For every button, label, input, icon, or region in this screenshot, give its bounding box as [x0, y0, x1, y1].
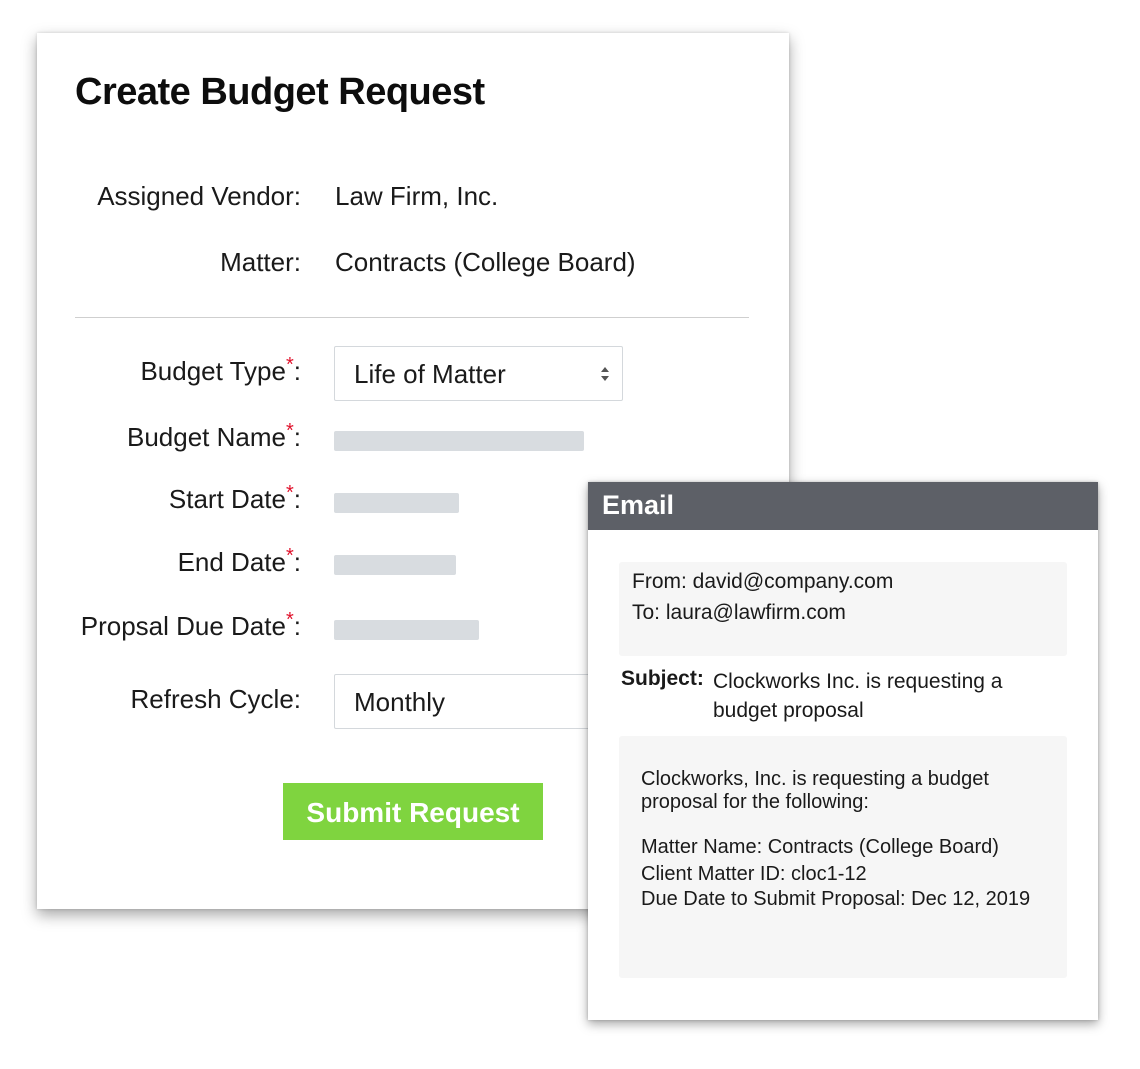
- proposal-due-date-label: Propsal Due Date*:: [80, 609, 301, 642]
- proposal-due-date-input[interactable]: [334, 620, 479, 640]
- email-body-line: Client Matter ID: cloc1-12: [641, 863, 867, 885]
- refresh-cycle-label: Refresh Cycle:: [130, 684, 302, 714]
- end-date-label: End Date*:: [177, 545, 301, 578]
- required-asterisk: *: [285, 545, 294, 567]
- budget-type-label: Budget Type*:: [140, 354, 301, 387]
- refresh-cycle-value: Monthly: [354, 687, 446, 717]
- required-asterisk: *: [285, 609, 294, 631]
- budget-type-value: Life of Matter: [354, 359, 506, 389]
- matter-label: Matter:: [220, 247, 301, 277]
- assigned-vendor-label: Assigned Vendor:: [97, 181, 301, 211]
- email-body: Clockworks, Inc. is requesting a budget …: [619, 736, 1067, 978]
- budget-name-label-text: Budget Name: [126, 422, 286, 452]
- email-header: Email: [588, 482, 1098, 530]
- subject-label: Subject:: [621, 667, 704, 690]
- label-colon: :: [293, 484, 301, 514]
- start-date-input[interactable]: [334, 493, 459, 513]
- page-title: Create Budget Request: [75, 71, 485, 113]
- refresh-cycle-select[interactable]: Monthly: [334, 674, 623, 729]
- budget-type-select[interactable]: Life of Matter: [334, 346, 623, 401]
- budget-name-input[interactable]: [334, 431, 584, 451]
- email-body-line: Due Date to Submit Proposal: Dec 12, 201…: [641, 888, 1031, 910]
- label-colon: :: [293, 422, 301, 452]
- end-date-label-text: End Date: [177, 547, 286, 577]
- budget-name-label: Budget Name*:: [126, 420, 301, 453]
- proposal-due-date-label-text: Propsal Due Date: [80, 611, 286, 641]
- email-preview-panel: Email From: david@company.com To: laura@…: [588, 482, 1098, 1020]
- required-asterisk: *: [285, 482, 294, 504]
- email-from: From: david@company.com: [632, 570, 894, 593]
- end-date-input[interactable]: [334, 555, 456, 575]
- start-date-label: Start Date*:: [168, 482, 301, 515]
- assigned-vendor-value: Law Firm, Inc.: [335, 181, 499, 211]
- submit-request-button[interactable]: Submit Request: [283, 783, 543, 840]
- budget-type-label-text: Budget Type: [140, 356, 286, 386]
- matter-value: Contracts (College Board): [335, 247, 636, 277]
- required-asterisk: *: [285, 420, 294, 442]
- select-updown-icon: [601, 367, 609, 381]
- email-to: To: laura@lawfirm.com: [632, 601, 846, 624]
- subject-text: Clockworks Inc. is requesting a budget p…: [713, 670, 1003, 722]
- email-body-intro: Clockworks, Inc. is requesting a budget …: [641, 768, 989, 813]
- email-address-box: From: david@company.com To: laura@lawfir…: [619, 562, 1067, 656]
- start-date-label-text: Start Date: [168, 484, 286, 514]
- section-divider: [75, 317, 749, 318]
- label-colon: :: [293, 611, 301, 641]
- required-asterisk: *: [285, 354, 294, 376]
- label-colon: :: [293, 547, 301, 577]
- email-body-line: Matter Name: Contracts (College Board): [641, 836, 999, 858]
- label-colon: :: [293, 356, 301, 386]
